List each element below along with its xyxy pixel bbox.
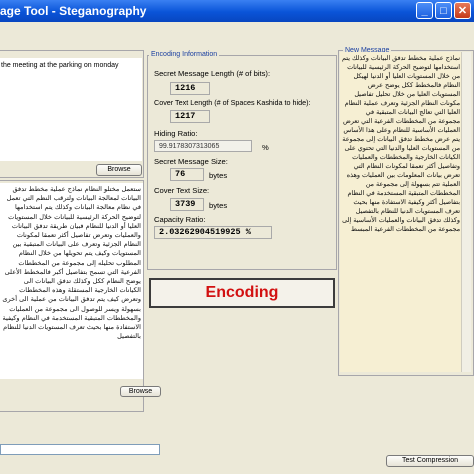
secret-message-text: the meeting at the parking on monday bbox=[1, 62, 119, 69]
title-bar: age Tool - Steganography _ □ ✕ bbox=[0, 0, 474, 22]
secret-size-unit: bytes bbox=[209, 171, 228, 180]
status-field[interactable] bbox=[0, 444, 160, 455]
hiding-ratio-unit: % bbox=[262, 143, 269, 152]
encoding-button[interactable]: Encoding bbox=[149, 278, 335, 308]
secret-length-value: 1216 bbox=[170, 82, 210, 95]
maximize-button[interactable]: □ bbox=[435, 2, 452, 19]
encoding-info-label: Encoding Information bbox=[149, 51, 220, 58]
new-message-scrollbar[interactable] bbox=[461, 52, 471, 372]
minimize-button[interactable]: _ bbox=[416, 2, 433, 19]
cover-browse-button[interactable]: Browse bbox=[120, 386, 161, 397]
new-message-text: نماذج عملية مخطط تدفق البيانات وكذلك يتم… bbox=[342, 54, 460, 233]
cover-text-input[interactable]: ستعمل مختلو النظام نماذج عملية مخطط تدفق… bbox=[0, 183, 143, 379]
secret-message-input[interactable]: the meeting at the parking on monday bbox=[0, 58, 142, 161]
capacity-ratio-label: Capacity Ratio: bbox=[154, 215, 206, 224]
test-compression-button[interactable]: Test Compression bbox=[386, 455, 474, 467]
cover-length-value: 1217 bbox=[170, 110, 210, 123]
close-button[interactable]: ✕ bbox=[454, 2, 471, 19]
secret-length-label: Secret Message Length (# of bits): bbox=[154, 69, 271, 78]
new-message-output[interactable]: نماذج عملية مخطط تدفق البيانات وكذلك يتم… bbox=[340, 52, 471, 372]
hiding-ratio-value: 99.9178307313065 bbox=[154, 140, 252, 152]
capacity-ratio-value: 2.03262904519925 % bbox=[154, 226, 272, 239]
cover-text-content: ستعمل مختلو النظام نماذج عملية مخطط تدفق… bbox=[2, 185, 141, 341]
cover-length-label: Cover Text Length (# of Spaces Kashida t… bbox=[154, 98, 311, 107]
secret-browse-button[interactable]: Browse bbox=[96, 164, 142, 176]
secret-size-value: 76 bbox=[170, 168, 204, 181]
window-title: age Tool - Steganography bbox=[0, 4, 147, 18]
secret-size-label: Secret Message Size: bbox=[154, 157, 228, 166]
hiding-ratio-label: Hiding Ratio: bbox=[154, 129, 198, 138]
cover-size-value: 3739 bbox=[170, 198, 204, 211]
cover-size-unit: bytes bbox=[209, 201, 228, 210]
cover-size-label: Cover Text Size: bbox=[154, 186, 210, 195]
window-controls: _ □ ✕ bbox=[416, 2, 471, 19]
